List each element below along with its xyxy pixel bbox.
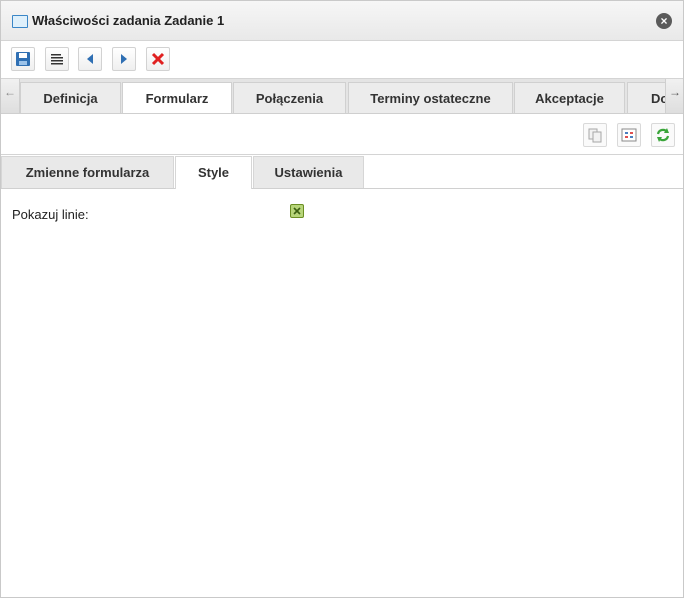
delete-button[interactable] xyxy=(146,47,170,71)
grid-button[interactable] xyxy=(617,123,641,147)
title-bar: Właściwości zadania Zadanie 1 × xyxy=(1,1,683,41)
sub-tabs: Zmienne formularza Style Ustawienia xyxy=(1,155,683,189)
refresh-button[interactable] xyxy=(651,123,675,147)
grid-icon xyxy=(621,128,637,142)
tabs-scroll-right-icon[interactable]: → xyxy=(665,79,683,113)
tabs-scroll-left-icon[interactable]: ← xyxy=(1,79,20,113)
floppy-disk-icon xyxy=(16,52,30,66)
window-title: Właściwości zadania Zadanie 1 xyxy=(32,13,225,28)
text-format-button[interactable] xyxy=(45,47,69,71)
show-lines-label: Pokazuj linie: xyxy=(12,207,89,222)
tab-polaczenia[interactable]: Połączenia xyxy=(233,82,346,113)
subtab-ustawienia[interactable]: Ustawienia xyxy=(253,156,364,188)
checkbox-x-icon xyxy=(293,207,301,215)
previous-button[interactable] xyxy=(78,47,102,71)
subtab-zmienne-formularza[interactable]: Zmienne formularza xyxy=(1,156,174,188)
main-tabs: ← Definicja Formularz Połączenia Terminy… xyxy=(1,79,683,114)
style-panel: Pokazuj linie: xyxy=(1,189,683,597)
copy-button[interactable] xyxy=(583,123,607,147)
save-button[interactable] xyxy=(11,47,35,71)
text-lines-icon xyxy=(51,54,63,65)
show-lines-checkbox[interactable] xyxy=(290,204,304,218)
properties-window: Właściwości zadania Zadanie 1 × ← Defini… xyxy=(0,0,684,598)
refresh-icon xyxy=(656,128,670,142)
tab-definicja[interactable]: Definicja xyxy=(20,82,121,113)
copy-icon xyxy=(588,128,602,143)
next-button[interactable] xyxy=(112,47,136,71)
arrow-right-icon xyxy=(121,54,127,64)
red-x-icon xyxy=(151,52,165,66)
toolbar xyxy=(1,41,683,79)
close-icon[interactable]: × xyxy=(656,13,672,29)
action-bar xyxy=(1,114,683,155)
arrow-left-icon xyxy=(87,54,93,64)
tab-akceptacje[interactable]: Akceptacje xyxy=(514,82,625,113)
window-icon xyxy=(12,15,28,28)
tab-terminy-ostateczne[interactable]: Terminy ostateczne xyxy=(348,82,513,113)
tab-formularz[interactable]: Formularz xyxy=(122,82,232,113)
subtab-style[interactable]: Style xyxy=(175,156,252,189)
